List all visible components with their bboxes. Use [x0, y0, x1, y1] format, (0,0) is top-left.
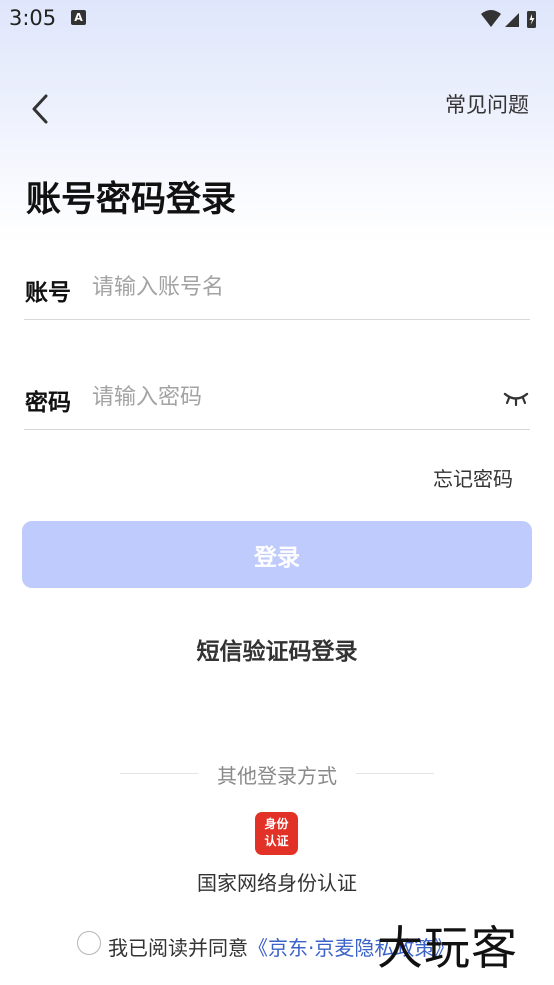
password-visibility-toggle[interactable]: [503, 389, 529, 407]
sms-login-link[interactable]: 短信验证码登录: [0, 632, 554, 666]
notification-icon: A: [71, 10, 86, 25]
page-title: 账号密码登录: [26, 180, 237, 220]
id-auth-icon[interactable]: 身份 认证: [255, 812, 298, 855]
chevron-left-icon: [32, 94, 48, 124]
status-bar: 3:05 A: [0, 0, 554, 38]
password-label: 密码: [25, 390, 71, 416]
faq-link[interactable]: 常见问题: [445, 89, 529, 119]
account-input[interactable]: [92, 269, 472, 305]
login-button[interactable]: 登录: [22, 521, 532, 588]
password-field-row: 密码: [24, 373, 530, 430]
account-label: 账号: [25, 280, 71, 306]
status-icons: [480, 8, 540, 34]
wifi-icon: [481, 10, 501, 27]
id-auth-label[interactable]: 国家网络身份认证: [0, 867, 554, 896]
other-login-divider: 其他登录方式: [0, 760, 554, 788]
watermark: 大玩客: [377, 921, 518, 975]
eye-closed-icon: [503, 392, 529, 407]
id-auth-icon-text: 身份 认证: [264, 817, 289, 848]
password-input[interactable]: [92, 379, 472, 415]
other-login-label: 其他登录方式: [217, 764, 337, 788]
signal-icon: [505, 13, 519, 27]
divider-line-right: [356, 773, 434, 774]
agree-checkbox[interactable]: [77, 931, 101, 955]
forgot-password-link[interactable]: 忘记密码: [433, 463, 513, 492]
account-field-row: 账号: [24, 263, 530, 320]
status-time: 3:05: [9, 6, 57, 30]
agreement-prefix: 我已阅读并同意: [108, 936, 248, 960]
back-button[interactable]: [26, 92, 56, 126]
